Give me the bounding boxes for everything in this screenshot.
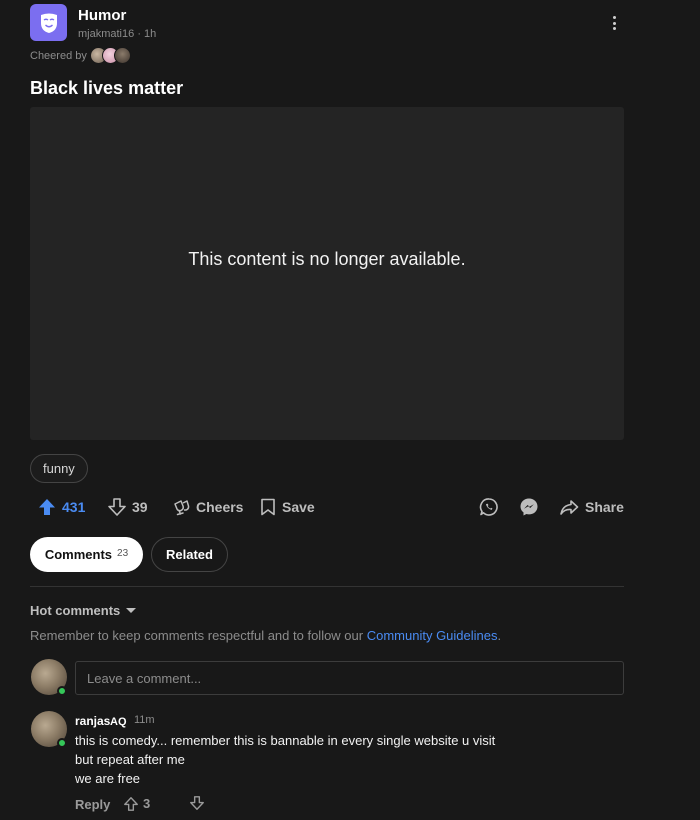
post-age: 1h [144,28,157,40]
meta-separator: · [137,28,141,40]
save-button[interactable]: Save [260,494,315,520]
tab-comments[interactable]: Comments 23 [30,537,143,572]
bookmark-icon [261,498,275,516]
tab-comments-count: 23 [117,547,129,559]
downvote-count: 39 [132,499,148,515]
community-avatar[interactable] [30,4,67,41]
community-guidelines-link[interactable]: Community Guidelines [367,628,498,643]
divider [30,586,624,587]
share-label: Share [585,499,624,515]
comment-text-line: we are free [75,771,141,786]
cheered-by-label: Cheered by [30,50,87,62]
comment-text-line: this is comedy... remember this is banna… [75,733,496,748]
more-options-icon[interactable] [606,14,622,32]
post-title[interactable]: Black lives matter [30,78,183,99]
post-meta: mjakmati16 · 1h [78,28,156,40]
online-status-dot [57,686,67,696]
arrow-up-icon [39,499,55,515]
tab-related[interactable]: Related [151,537,228,572]
sort-label: Hot comments [30,603,121,618]
share-button[interactable]: Share [559,494,624,520]
mask-icon [40,13,57,33]
community-name[interactable]: Humor [78,7,126,24]
save-label: Save [282,499,315,515]
comment-text-line: but repeat after me [75,752,185,767]
cheers-button[interactable]: Cheers [172,494,243,520]
downvote-button[interactable]: 39 [108,494,148,520]
comment-upvote-button[interactable]: 3 [124,796,150,811]
cheers-icon [174,500,190,516]
messenger-icon [520,498,538,516]
sort-dropdown[interactable]: Hot comments [30,603,137,618]
comment-age: 11m [134,714,155,726]
comment-upvote-count: 3 [143,796,151,811]
comment-downvote-button[interactable] [190,796,204,815]
guidelines-suffix: . [497,628,502,643]
share-arrow-icon [560,500,579,515]
media-placeholder: This content is no longer available. [30,107,624,440]
whatsapp-share-button[interactable] [479,494,499,520]
arrow-down-icon [108,498,126,516]
cheered-by-avatars[interactable] [90,47,131,65]
media-unavailable-message: This content is no longer available. [188,249,466,269]
online-status-dot [57,738,67,748]
messenger-share-button[interactable] [519,494,539,520]
upvote-count: 431 [62,499,86,515]
comment-author-badge: AQ [110,716,127,728]
tag-funny[interactable]: funny [30,454,88,483]
guidelines-prefix: Remember to keep comments respectful and… [30,628,367,643]
reply-button[interactable]: Reply [75,797,110,812]
comment-input[interactable] [75,661,624,695]
chevron-down-icon [126,608,137,613]
upvote-button[interactable]: 431 [38,494,85,520]
whatsapp-icon [479,498,498,516]
arrow-down-icon [190,796,204,810]
arrow-up-icon [124,796,138,811]
comment-author[interactable]: ranjas [75,714,110,728]
tab-comments-label: Comments [44,547,113,562]
cheer-avatar [114,47,131,64]
guidelines-notice: Remember to keep comments respectful and… [30,628,501,643]
cheers-label: Cheers [196,499,244,515]
post-author[interactable]: mjakmati16 [78,28,134,40]
